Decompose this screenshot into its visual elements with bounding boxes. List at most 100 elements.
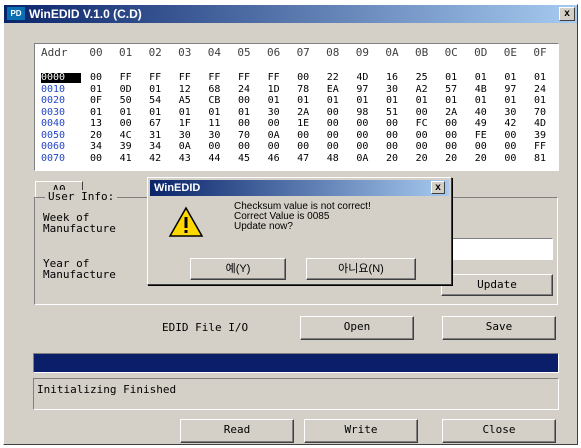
hex-cell[interactable]: 24 bbox=[233, 84, 255, 95]
hex-cell[interactable]: 30 bbox=[203, 130, 225, 141]
hex-cell[interactable]: 01 bbox=[322, 96, 344, 106]
hex-editor-grid[interactable]: Addr 00 01 02 03 04 05 06 07 08 09 0A 0B 0C 0D 0E 0F 000… bbox=[34, 43, 559, 171]
hex-cell[interactable]: 01 bbox=[440, 96, 462, 106]
hex-row-address[interactable]: 0000 bbox=[41, 73, 81, 83]
hex-cell[interactable]: 2A bbox=[440, 107, 462, 118]
dialog-close-button[interactable]: x bbox=[431, 181, 445, 194]
hex-cell[interactable]: 51 bbox=[381, 107, 403, 118]
hex-cell[interactable]: 00 bbox=[322, 130, 344, 141]
hex-row-address[interactable]: 0020 bbox=[41, 96, 81, 106]
hex-cell[interactable]: 34 bbox=[144, 142, 166, 152]
hex-cell[interactable]: 70 bbox=[233, 130, 255, 141]
hex-cell[interactable]: 00 bbox=[263, 119, 285, 129]
hex-cell[interactable]: 24 bbox=[529, 84, 551, 95]
hex-cell[interactable]: 00 bbox=[263, 142, 285, 152]
hex-cell[interactable]: 01 bbox=[85, 84, 107, 95]
hex-cell[interactable]: 00 bbox=[470, 142, 492, 152]
hex-cell[interactable]: 01 bbox=[115, 107, 137, 118]
hex-cell[interactable]: 4D bbox=[351, 73, 373, 83]
hex-cell[interactable]: 54 bbox=[144, 96, 166, 106]
open-button[interactable]: Open bbox=[300, 316, 414, 340]
hex-cell[interactable]: FF bbox=[529, 142, 551, 152]
hex-cell[interactable]: 01 bbox=[499, 73, 521, 83]
hex-cell[interactable]: 00 bbox=[292, 142, 314, 152]
hex-cell[interactable]: 01 bbox=[263, 96, 285, 106]
hex-cell[interactable]: 01 bbox=[292, 96, 314, 106]
hex-cell[interactable]: 01 bbox=[499, 96, 521, 106]
hex-row-address[interactable]: 0070 bbox=[41, 153, 81, 164]
hex-cell[interactable]: 00 bbox=[233, 119, 255, 129]
hex-cell[interactable]: 00 bbox=[411, 107, 433, 118]
manufacture-input[interactable] bbox=[449, 238, 553, 260]
hex-row-address[interactable]: 0060 bbox=[41, 142, 81, 152]
hex-cell[interactable]: 00 bbox=[85, 73, 107, 83]
hex-cell[interactable]: 01 bbox=[351, 96, 373, 106]
hex-cell[interactable]: 01 bbox=[529, 73, 551, 83]
dialog-title-bar[interactable]: WinEDID x bbox=[150, 180, 449, 196]
hex-cell[interactable]: 4D bbox=[529, 119, 551, 129]
hex-cell[interactable]: 00 bbox=[381, 142, 403, 152]
hex-cell[interactable]: 00 bbox=[440, 142, 462, 152]
hex-cell[interactable]: 43 bbox=[174, 153, 196, 164]
no-button[interactable]: 아니요(N) bbox=[306, 258, 416, 280]
hex-cell[interactable]: 4B bbox=[470, 84, 492, 95]
hex-cell[interactable]: 47 bbox=[292, 153, 314, 164]
hex-cell[interactable]: FE bbox=[470, 130, 492, 141]
hex-cell[interactable]: 00 bbox=[411, 130, 433, 141]
window-close-button[interactable]: x bbox=[559, 7, 575, 21]
hex-cell[interactable]: 40 bbox=[470, 107, 492, 118]
title-bar[interactable]: PD WinEDID V.1.0 (C.D) x bbox=[4, 5, 577, 23]
hex-cell[interactable]: 00 bbox=[322, 142, 344, 152]
hex-cell[interactable]: 00 bbox=[499, 130, 521, 141]
hex-cell[interactable]: 00 bbox=[440, 119, 462, 129]
hex-cell[interactable]: CB bbox=[203, 96, 225, 106]
hex-cell[interactable]: 41 bbox=[115, 153, 137, 164]
hex-cell[interactable]: 01 bbox=[144, 84, 166, 95]
hex-cell[interactable]: 1D bbox=[263, 84, 285, 95]
hex-cell[interactable]: 70 bbox=[529, 107, 551, 118]
hex-cell[interactable]: 20 bbox=[470, 153, 492, 164]
hex-row-address[interactable]: 0010 bbox=[41, 84, 81, 95]
hex-cell[interactable]: 01 bbox=[233, 107, 255, 118]
yes-button[interactable]: 예(Y) bbox=[190, 258, 286, 280]
hex-cell[interactable]: 00 bbox=[351, 142, 373, 152]
hex-cell[interactable]: 31 bbox=[144, 130, 166, 141]
hex-cell[interactable]: 44 bbox=[203, 153, 225, 164]
hex-cell[interactable]: 25 bbox=[411, 73, 433, 83]
hex-cell[interactable]: 00 bbox=[440, 130, 462, 141]
hex-cell[interactable]: 00 bbox=[351, 119, 373, 129]
hex-cell[interactable]: 00 bbox=[233, 96, 255, 106]
hex-cell[interactable]: 30 bbox=[174, 130, 196, 141]
hex-cell[interactable]: 12 bbox=[174, 84, 196, 95]
hex-cell[interactable]: 20 bbox=[411, 153, 433, 164]
hex-cell[interactable]: 39 bbox=[115, 142, 137, 152]
hex-cell[interactable]: 01 bbox=[470, 96, 492, 106]
hex-cell[interactable]: 49 bbox=[470, 119, 492, 129]
hex-cell[interactable]: 42 bbox=[144, 153, 166, 164]
hex-cell[interactable]: 1F bbox=[174, 119, 196, 129]
hex-cell[interactable]: 00 bbox=[499, 153, 521, 164]
hex-cell[interactable]: 39 bbox=[529, 130, 551, 141]
hex-cell[interactable]: FF bbox=[144, 73, 166, 83]
hex-cell[interactable]: 01 bbox=[440, 73, 462, 83]
hex-cell[interactable]: 00 bbox=[499, 142, 521, 152]
hex-cell[interactable]: 16 bbox=[381, 73, 403, 83]
save-button[interactable]: Save bbox=[442, 316, 556, 340]
hex-row-address[interactable]: 0030 bbox=[41, 107, 81, 118]
hex-cell[interactable]: 20 bbox=[440, 153, 462, 164]
hex-cell[interactable]: 81 bbox=[529, 153, 551, 164]
hex-cell[interactable]: 45 bbox=[233, 153, 255, 164]
hex-cell[interactable]: 11 bbox=[203, 119, 225, 129]
hex-cell[interactable]: 00 bbox=[381, 130, 403, 141]
hex-cell[interactable]: A5 bbox=[174, 96, 196, 106]
hex-cell[interactable]: FC bbox=[411, 119, 433, 129]
update-button[interactable]: Update bbox=[441, 274, 553, 296]
hex-cell[interactable]: 00 bbox=[292, 130, 314, 141]
write-button[interactable]: Write bbox=[304, 419, 418, 443]
hex-cell[interactable]: FF bbox=[233, 73, 255, 83]
hex-cell[interactable]: 0A bbox=[263, 130, 285, 141]
hex-cell[interactable]: 01 bbox=[85, 107, 107, 118]
hex-cell[interactable]: 20 bbox=[381, 153, 403, 164]
hex-cell[interactable]: 00 bbox=[233, 142, 255, 152]
hex-cell[interactable]: 00 bbox=[203, 142, 225, 152]
